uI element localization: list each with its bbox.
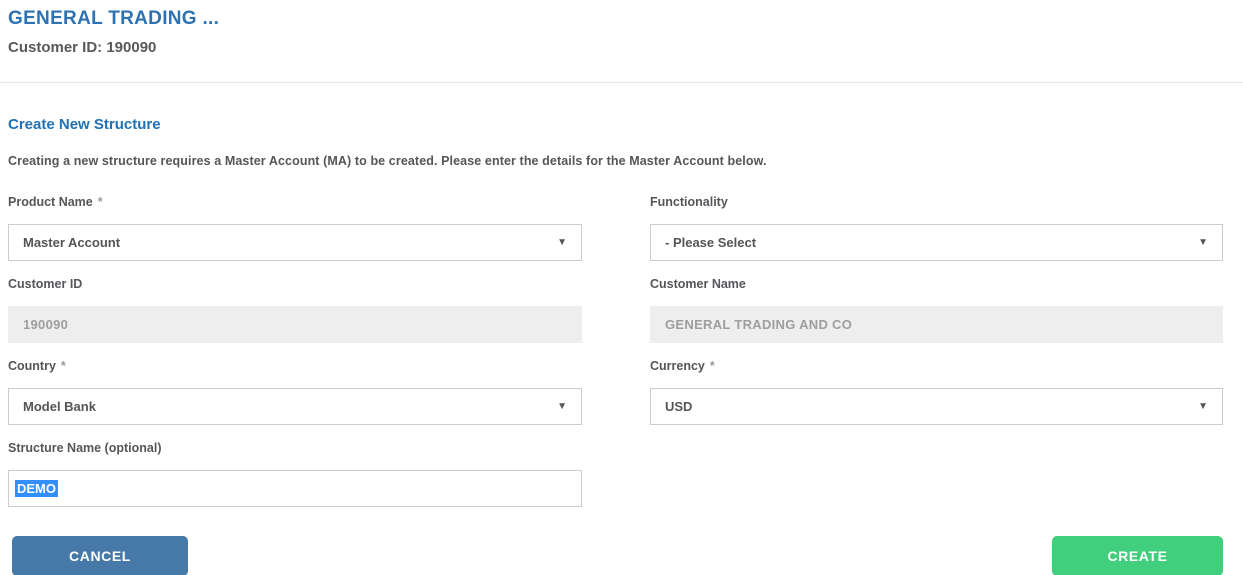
create-structure-form: Product Name * Master Account ▼ Functiona… bbox=[8, 195, 1223, 523]
customer-name-value: GENERAL TRADING AND CO bbox=[665, 317, 852, 332]
field-product-name: Product Name * Master Account ▼ bbox=[8, 195, 582, 261]
currency-label-text: Currency bbox=[650, 359, 705, 373]
customer-name-label-text: Customer Name bbox=[650, 277, 746, 291]
required-asterisk: * bbox=[710, 359, 715, 373]
country-select[interactable]: Model Bank ▼ bbox=[8, 388, 582, 425]
create-button[interactable]: CREATE bbox=[1052, 536, 1223, 575]
customer-name-label: Customer Name bbox=[650, 277, 1223, 291]
structure-name-label-text: Structure Name (optional) bbox=[8, 441, 162, 455]
page-title: GENERAL TRADING ... bbox=[8, 8, 1223, 30]
currency-select[interactable]: USD ▼ bbox=[650, 388, 1223, 425]
field-functionality: Functionality - Please Select ▼ bbox=[650, 195, 1223, 261]
product-name-select-value: Master Account bbox=[23, 235, 120, 250]
section-description: Creating a new structure requires a Mast… bbox=[8, 154, 1223, 168]
field-customer-id: Customer ID 190090 bbox=[8, 277, 582, 343]
section-heading: Create New Structure bbox=[8, 116, 1223, 133]
customer-id-label-text: Customer ID bbox=[8, 277, 82, 291]
structure-name-selected-value: DEMO bbox=[15, 480, 58, 497]
customer-id-input-disabled: 190090 bbox=[8, 306, 582, 343]
field-country: Country * Model Bank ▼ bbox=[8, 359, 582, 425]
functionality-select[interactable]: - Please Select ▼ bbox=[650, 224, 1223, 261]
structure-name-label: Structure Name (optional) bbox=[8, 441, 582, 455]
product-name-label-text: Product Name bbox=[8, 195, 93, 209]
country-select-value: Model Bank bbox=[23, 399, 96, 414]
currency-select-value: USD bbox=[665, 399, 692, 414]
customer-name-input-disabled: GENERAL TRADING AND CO bbox=[650, 306, 1223, 343]
field-currency: Currency * USD ▼ bbox=[650, 359, 1223, 425]
functionality-label-text: Functionality bbox=[650, 195, 728, 209]
functionality-select-value: - Please Select bbox=[665, 235, 756, 250]
currency-label: Currency * bbox=[650, 359, 1223, 373]
required-asterisk: * bbox=[61, 359, 66, 373]
grid-spacer bbox=[650, 441, 1223, 523]
structure-name-input[interactable]: DEMO bbox=[8, 470, 582, 507]
field-customer-name: Customer Name GENERAL TRADING AND CO bbox=[650, 277, 1223, 343]
cancel-button[interactable]: CANCEL bbox=[12, 536, 188, 575]
product-name-label: Product Name * bbox=[8, 195, 582, 209]
country-label: Country * bbox=[8, 359, 582, 373]
customer-id-value: 190090 bbox=[23, 317, 68, 332]
form-actions: CANCEL CREATE bbox=[8, 536, 1223, 575]
customer-id-label: Customer ID bbox=[8, 277, 582, 291]
chevron-down-icon: ▼ bbox=[1198, 402, 1208, 412]
chevron-down-icon: ▼ bbox=[557, 402, 567, 412]
product-name-select[interactable]: Master Account ▼ bbox=[8, 224, 582, 261]
country-label-text: Country bbox=[8, 359, 56, 373]
header-divider bbox=[0, 82, 1243, 83]
chevron-down-icon: ▼ bbox=[1198, 238, 1208, 248]
field-structure-name: Structure Name (optional) DEMO bbox=[8, 441, 582, 507]
functionality-label: Functionality bbox=[650, 195, 1223, 209]
chevron-down-icon: ▼ bbox=[557, 238, 567, 248]
page: GENERAL TRADING ... Customer ID: 190090 … bbox=[0, 0, 1243, 575]
required-asterisk: * bbox=[98, 195, 103, 209]
customer-id-subtitle: Customer ID: 190090 bbox=[8, 39, 1223, 56]
